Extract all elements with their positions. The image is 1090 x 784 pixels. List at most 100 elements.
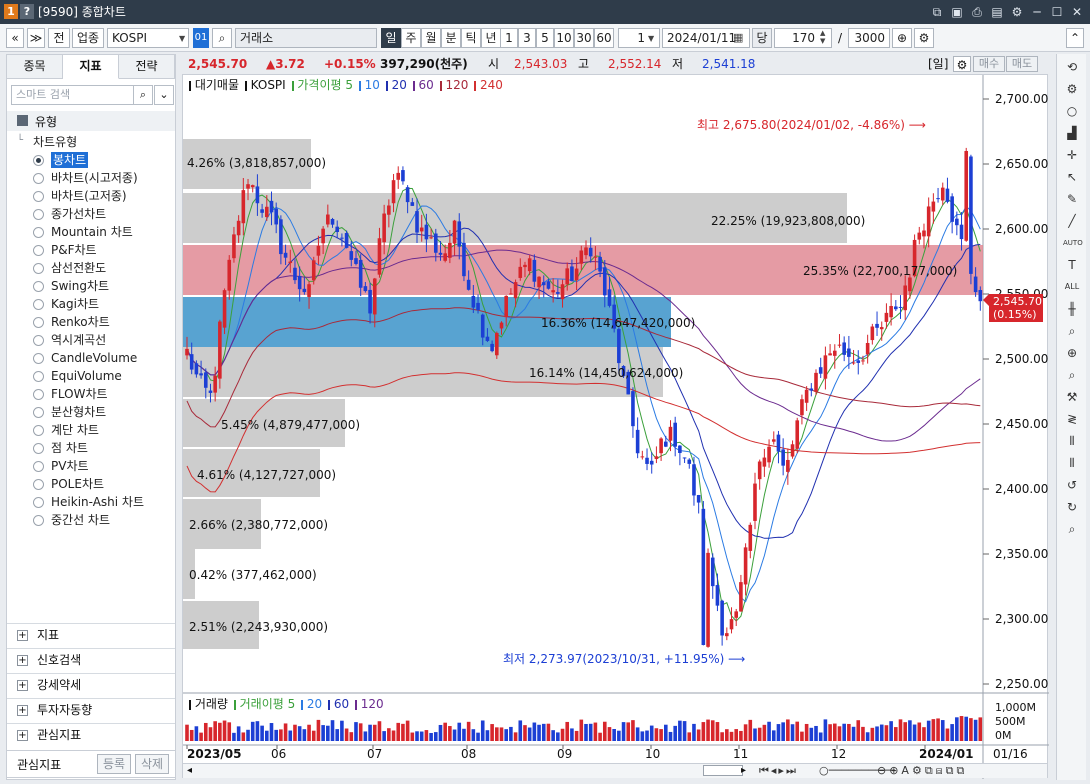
tab-indicators[interactable]: 지표 [63, 55, 119, 79]
hammer-icon[interactable]: ⚒ [1063, 388, 1081, 406]
chart-type-radio[interactable] [33, 515, 44, 526]
zoom-fit-icon[interactable]: ⊕ [1063, 344, 1081, 362]
interval-30[interactable]: 30 [574, 28, 594, 48]
search-icon[interactable]: ⌕ [1063, 366, 1081, 384]
chart-type-radio[interactable] [33, 191, 44, 202]
crosshair-icon[interactable]: ✛ [1063, 146, 1081, 164]
zoom-in-icon[interactable]: ⊕ [892, 28, 912, 48]
chart-type-item[interactable]: Kagi차트 [51, 296, 99, 312]
save-icon[interactable]: ▣ [950, 5, 964, 19]
chart-type-item[interactable]: 점 차트 [51, 440, 88, 456]
chart-type-item[interactable]: 바차트(고저종) [51, 188, 127, 204]
minimize-icon[interactable]: ─ [1030, 5, 1044, 19]
chart-type-item[interactable]: 삼선전환도 [51, 260, 106, 276]
zoom-out-icon[interactable]: ⌕ [1063, 520, 1081, 538]
print-icon[interactable]: ⎙ [970, 5, 984, 19]
chart-type-item[interactable]: CandleVolume [51, 350, 137, 366]
chart-type-radio[interactable] [33, 407, 44, 418]
chart-type-item[interactable]: Swing차트 [51, 278, 109, 294]
market-type-button[interactable]: 업종 [72, 28, 104, 48]
chevron-down-icon[interactable]: ⌄ [154, 85, 174, 105]
auto-icon[interactable]: AUTO [1063, 234, 1083, 252]
chart-type-radio[interactable] [33, 299, 44, 310]
zigzag-icon[interactable]: ≷ [1063, 410, 1081, 428]
symbol-code-badge[interactable]: 01 [193, 28, 209, 48]
settings-icon[interactable]: ⚙ [914, 28, 934, 48]
chart-type-radio[interactable] [33, 317, 44, 328]
chart-type-radio[interactable] [33, 227, 44, 238]
chart-type-item[interactable]: 바차트(시고저종) [51, 170, 138, 186]
tab-stocks[interactable]: 종목 [7, 55, 63, 79]
section-strength[interactable]: + 강세약세 [7, 673, 175, 697]
section-investor-trend[interactable]: + 투자자동향 [7, 698, 175, 722]
total-field[interactable]: 3000 [848, 28, 890, 48]
chart-type-item[interactable]: 봉차트 [51, 152, 89, 168]
chart-type-radio[interactable] [33, 173, 44, 184]
symbol-select[interactable]: KOSPI [107, 28, 189, 48]
nav-dropdown-button[interactable]: ≫ [27, 28, 45, 48]
chart-type-radio[interactable] [33, 443, 44, 454]
chart-type-radio[interactable] [33, 353, 44, 364]
chart-scrollbar[interactable]: ◂ ▸ ⏮◂▸⏭ ○────────── ⊖⊕A⚙⧉⧈⧉⧉ [183, 763, 1047, 778]
undo-icon[interactable]: ↺ [1063, 476, 1081, 494]
interval-60[interactable]: 60 [594, 28, 614, 48]
buy-button[interactable]: 매수 [973, 56, 1005, 72]
spinner-icon[interactable]: ▲ ▼ [820, 29, 825, 45]
smart-search-input[interactable]: 스마트 검색 [11, 85, 135, 105]
all-icon[interactable]: ALL [1063, 278, 1081, 296]
chart-type-item[interactable]: Mountain 차트 [51, 224, 133, 240]
text-icon[interactable]: T [1063, 256, 1081, 274]
chart-type-radio[interactable] [33, 389, 44, 400]
interval-5[interactable]: 5 [536, 28, 554, 48]
line-icon[interactable]: ╱ [1063, 212, 1081, 230]
scroll-right-icon[interactable]: ▸ [741, 765, 746, 776]
chart-tools[interactable]: ⊖⊕A⚙⧉⧈⧉⧉ [877, 764, 967, 778]
section-favorite-indicators[interactable]: + 관심지표 [7, 723, 175, 747]
period-tick[interactable]: 틱 [461, 28, 481, 48]
search-icon[interactable]: ⌕ [133, 85, 153, 105]
chart-type-item[interactable]: POLE차트 [51, 476, 104, 492]
register-button[interactable]: 등록 [97, 754, 131, 774]
close-icon[interactable]: ✕ [1070, 5, 1084, 19]
period-year[interactable]: 년 [481, 28, 501, 48]
chart-type-item[interactable]: 종가선차트 [51, 206, 106, 222]
chart-type-item[interactable]: Heikin-Ashi 차트 [51, 494, 144, 510]
chart-type-radio[interactable] [33, 155, 44, 166]
scroll-thumb[interactable] [703, 765, 743, 776]
prev-button[interactable]: 전 [48, 28, 70, 48]
circle-icon[interactable]: ○ [1063, 102, 1081, 120]
chart-type-item[interactable]: 역시계곡선 [51, 332, 106, 348]
tab-strategy[interactable]: 전략 [119, 55, 175, 79]
sell-button[interactable]: 매도 [1006, 56, 1038, 72]
chart-type-radio[interactable] [33, 371, 44, 382]
columns-icon[interactable]: ⦀ [1063, 454, 1081, 472]
section-signal-search[interactable]: + 신호검색 [7, 648, 175, 672]
scroll-left-icon[interactable]: ◂ [187, 765, 192, 776]
link-icon[interactable]: ⧉ [930, 5, 944, 19]
chart-icon[interactable]: ▟ [1063, 124, 1081, 142]
interval-3[interactable]: 3 [518, 28, 536, 48]
bars-icon[interactable]: ⦀ [1063, 432, 1081, 450]
type-group-label[interactable]: 차트유형 [33, 134, 77, 150]
settings-icon[interactable]: ⚙ [953, 56, 971, 72]
delete-button[interactable]: 삭제 [135, 754, 169, 774]
chart-type-item[interactable]: P&F차트 [51, 242, 97, 258]
magnifier-icon[interactable]: ⌕ [1063, 322, 1081, 340]
period-minute[interactable]: 분 [441, 28, 461, 48]
search-icon[interactable]: ⌕ [212, 28, 232, 48]
chart-type-radio[interactable] [33, 209, 44, 220]
chart-type-item[interactable]: PV차트 [51, 458, 89, 474]
period-week[interactable]: 주 [401, 28, 421, 48]
refresh-icon[interactable]: ⟲ [1063, 58, 1081, 76]
chart-type-radio[interactable] [33, 263, 44, 274]
nav-first-button[interactable]: « [6, 28, 24, 48]
playback-controls[interactable]: ⏮◂▸⏭ [759, 764, 798, 778]
chart-svg[interactable]: 2,700.002,650.002,600.002,550.002,500.00… [183, 75, 1049, 779]
chart-type-item[interactable]: EquiVolume [51, 368, 122, 384]
interval-10[interactable]: 10 [554, 28, 574, 48]
settings-icon[interactable]: ⚙ [1010, 5, 1024, 19]
chart-type-radio[interactable] [33, 245, 44, 256]
chart-type-item[interactable]: 중간선 차트 [51, 512, 110, 528]
chart-type-radio[interactable] [33, 497, 44, 508]
section-indicators[interactable]: + 지표 [7, 623, 175, 647]
